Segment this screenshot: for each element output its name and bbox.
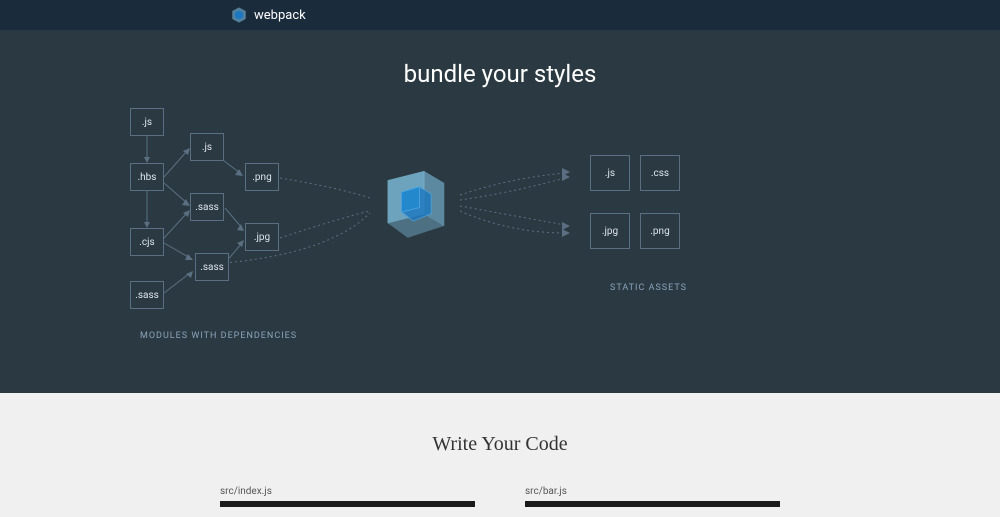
module-node: .cjs [130, 228, 164, 256]
asset-node: .js [590, 155, 630, 191]
module-node: .hbs [130, 163, 164, 191]
modules-label: MODULES WITH DEPENDENCIES [140, 331, 297, 341]
code-block [525, 501, 780, 507]
header: webpack [0, 0, 1000, 30]
module-node: .png [245, 163, 279, 191]
asset-node: .jpg [590, 213, 630, 249]
static-assets-label: STATIC ASSETS [610, 283, 687, 293]
brand-text: webpack [254, 8, 306, 23]
webpack-icon [230, 6, 248, 24]
module-node: .js [190, 133, 224, 161]
code-column: src/bar.js [525, 486, 780, 507]
module-node: .sass [190, 193, 224, 221]
brand-logo[interactable]: webpack [230, 6, 306, 24]
module-node: .jpg [245, 223, 279, 251]
bundler-cube-icon [370, 158, 460, 248]
bundler-diagram: .js .js .hbs .png .sass .cjs .jpg .sass … [110, 103, 890, 343]
asset-node: .png [640, 213, 680, 249]
code-block [220, 501, 475, 507]
module-node: .sass [195, 253, 229, 281]
module-node: .sass [130, 281, 164, 309]
diagram-arrows [110, 103, 890, 343]
module-node: .js [130, 108, 164, 136]
hero-title: bundle your styles [0, 60, 1000, 88]
code-filename: src/bar.js [525, 486, 780, 497]
code-section-title: Write Your Code [0, 433, 1000, 456]
code-section: Write Your Code src/index.js src/bar.js [0, 393, 1000, 517]
hero-section: bundle your styles .js .js . [0, 30, 1000, 393]
code-column: src/index.js [220, 486, 475, 507]
asset-node: .css [640, 155, 680, 191]
code-filename: src/index.js [220, 486, 475, 497]
